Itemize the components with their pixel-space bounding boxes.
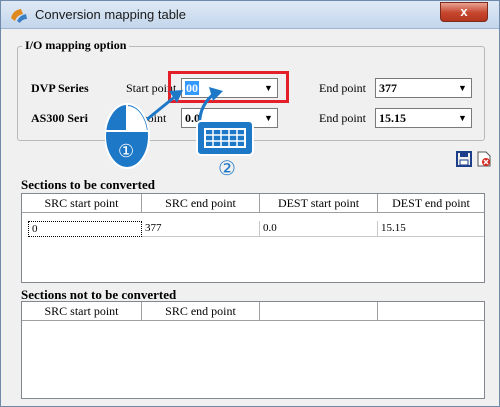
table-cell[interactable]: 377 — [142, 221, 260, 237]
column-header[interactable]: DEST start point — [260, 194, 378, 213]
as300-end-point-label: End point — [319, 111, 366, 125]
column-header[interactable]: SRC end point — [142, 302, 260, 321]
dvp-series-label: DVP Series — [31, 81, 89, 95]
delete-icon[interactable] — [476, 151, 492, 167]
column-header[interactable] — [378, 302, 484, 321]
column-header[interactable]: SRC start point — [22, 302, 142, 321]
step-two-marker: ② — [218, 156, 236, 180]
chevron-down-icon[interactable]: ▼ — [454, 109, 471, 127]
column-header[interactable]: SRC start point — [22, 194, 142, 213]
chevron-down-icon[interactable]: ▼ — [454, 79, 471, 97]
dvp-end-point-combo[interactable]: 377 ▼ — [375, 78, 472, 98]
converted-header-row: SRC start point SRC end point DEST start… — [22, 194, 484, 213]
table-cell[interactable]: 15.15 — [378, 221, 484, 237]
converted-grid[interactable]: SRC start point SRC end point DEST start… — [21, 193, 485, 283]
converted-section-title: Sections to be converted — [21, 177, 155, 192]
column-header[interactable]: SRC end point — [142, 194, 260, 213]
as300-series-label: AS300 Seri — [31, 111, 88, 125]
dvp-end-point-label: End point — [319, 81, 366, 95]
window-title: Conversion mapping table — [35, 7, 187, 22]
app-icon — [11, 9, 27, 23]
step-one-marker: ① — [118, 141, 135, 162]
close-button[interactable]: x — [440, 2, 488, 22]
title-bar: Conversion mapping table x — [1, 1, 499, 29]
as300-end-point-value: 15.15 — [379, 111, 406, 125]
io-mapping-group-title: I/O mapping option — [22, 38, 130, 53]
dvp-end-point-value: 377 — [379, 81, 397, 95]
table-cell[interactable]: 0 — [28, 221, 142, 237]
save-icon[interactable] — [456, 151, 472, 167]
column-header[interactable]: DEST end point — [378, 194, 484, 213]
as300-end-point-combo[interactable]: 15.15 ▼ — [375, 108, 472, 128]
conversion-mapping-dialog: Conversion mapping table x I/O mapping o… — [0, 0, 500, 407]
not-converted-header-row: SRC start point SRC end point — [22, 302, 484, 321]
column-header[interactable] — [260, 302, 378, 321]
table-cell[interactable]: 0.0 — [260, 221, 378, 237]
not-converted-grid[interactable]: SRC start point SRC end point — [21, 301, 485, 399]
